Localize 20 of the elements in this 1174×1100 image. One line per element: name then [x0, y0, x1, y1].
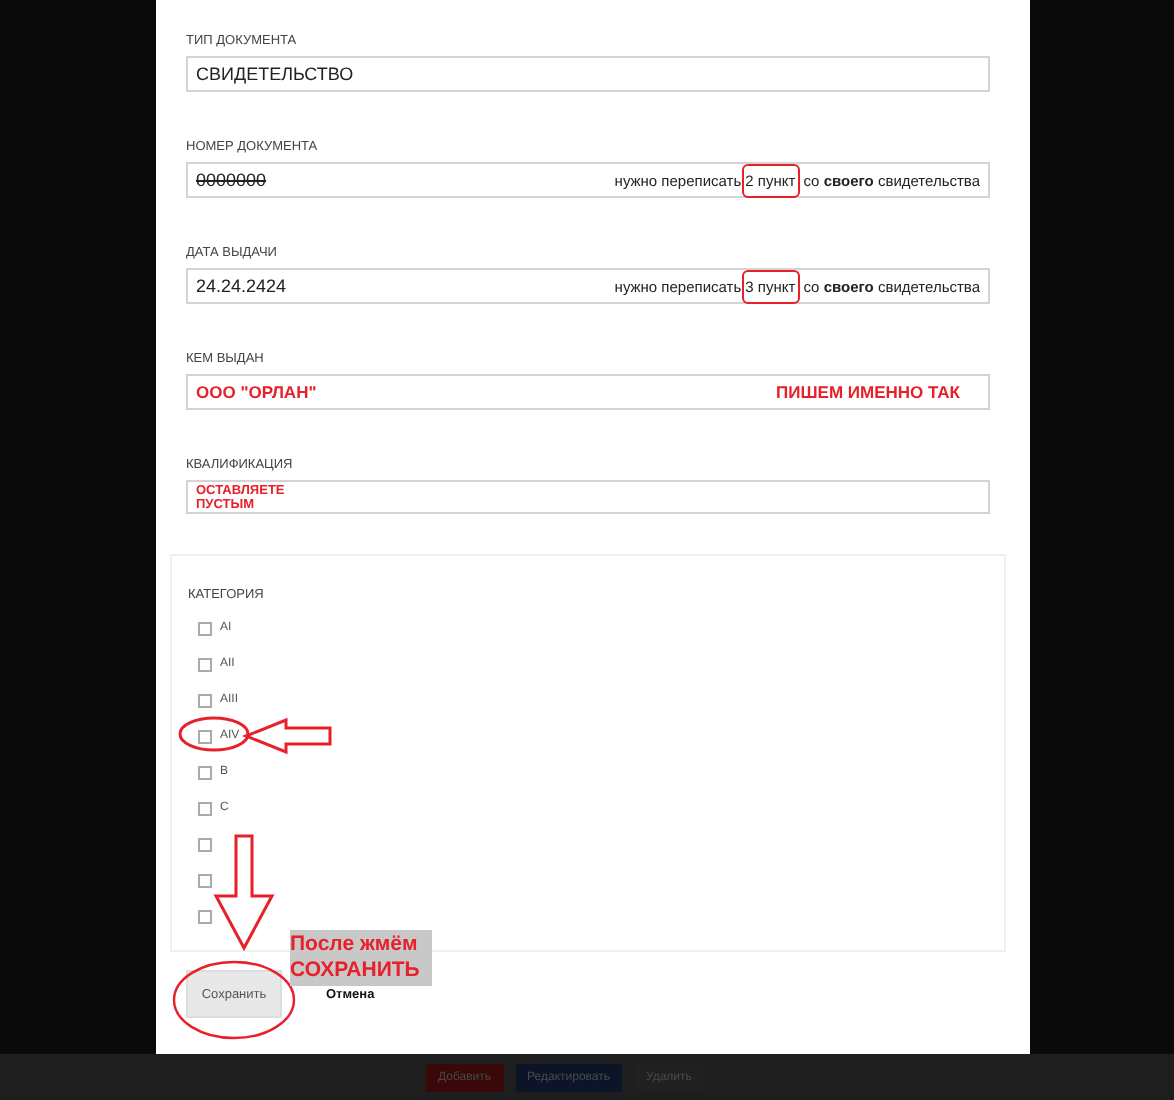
checkbox[interactable] — [198, 621, 212, 635]
checkbox[interactable] — [198, 873, 212, 887]
checkbox[interactable] — [198, 657, 212, 671]
checkbox[interactable] — [198, 693, 212, 707]
down-arrow-icon — [213, 834, 275, 952]
field-value: ООО "ОРЛАН" — [196, 382, 317, 402]
checkbox[interactable] — [198, 909, 212, 923]
checkbox[interactable] — [198, 837, 212, 851]
checkbox[interactable] — [198, 765, 212, 779]
checkbox[interactable] — [198, 801, 212, 815]
highlight-circle — [178, 716, 250, 752]
field-value: 0000000 — [196, 170, 267, 190]
text-field[interactable]: СВИДЕТЕЛЬСТВО — [186, 56, 990, 92]
checkbox[interactable] — [198, 729, 212, 743]
annotation-note: После жмём СОХРАНИТЬ — [290, 930, 432, 986]
field-value: 24.24.2424 — [196, 276, 287, 296]
field-value: СВИДЕТЕЛЬСТВО — [196, 64, 354, 84]
hint-note: ПИШЕМ ИМЕННО ТАК — [776, 382, 960, 402]
text-field[interactable]: ООО "ОРЛАН" ПИШЕМ ИМЕННО ТАК — [186, 374, 990, 410]
left-arrow-icon — [241, 717, 332, 755]
